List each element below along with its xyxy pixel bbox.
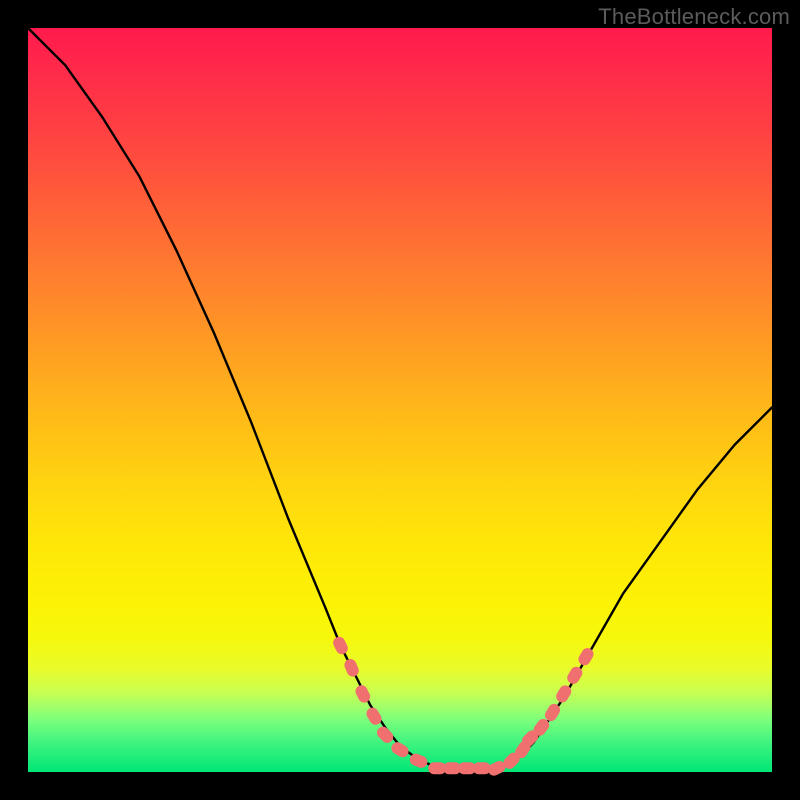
curve-marker — [374, 724, 395, 745]
curve-marker — [473, 762, 491, 774]
watermark-text: TheBottleneck.com — [598, 4, 790, 30]
chart-svg — [28, 28, 772, 772]
bottleneck-curve — [28, 28, 772, 768]
curve-marker — [364, 705, 384, 727]
curve-marker — [331, 635, 350, 656]
chart-frame: TheBottleneck.com — [0, 0, 800, 800]
curve-marker — [576, 646, 596, 668]
curve-marker — [389, 740, 411, 760]
curve-layer — [28, 28, 772, 768]
curve-marker — [343, 657, 361, 678]
plot-area — [28, 28, 772, 772]
